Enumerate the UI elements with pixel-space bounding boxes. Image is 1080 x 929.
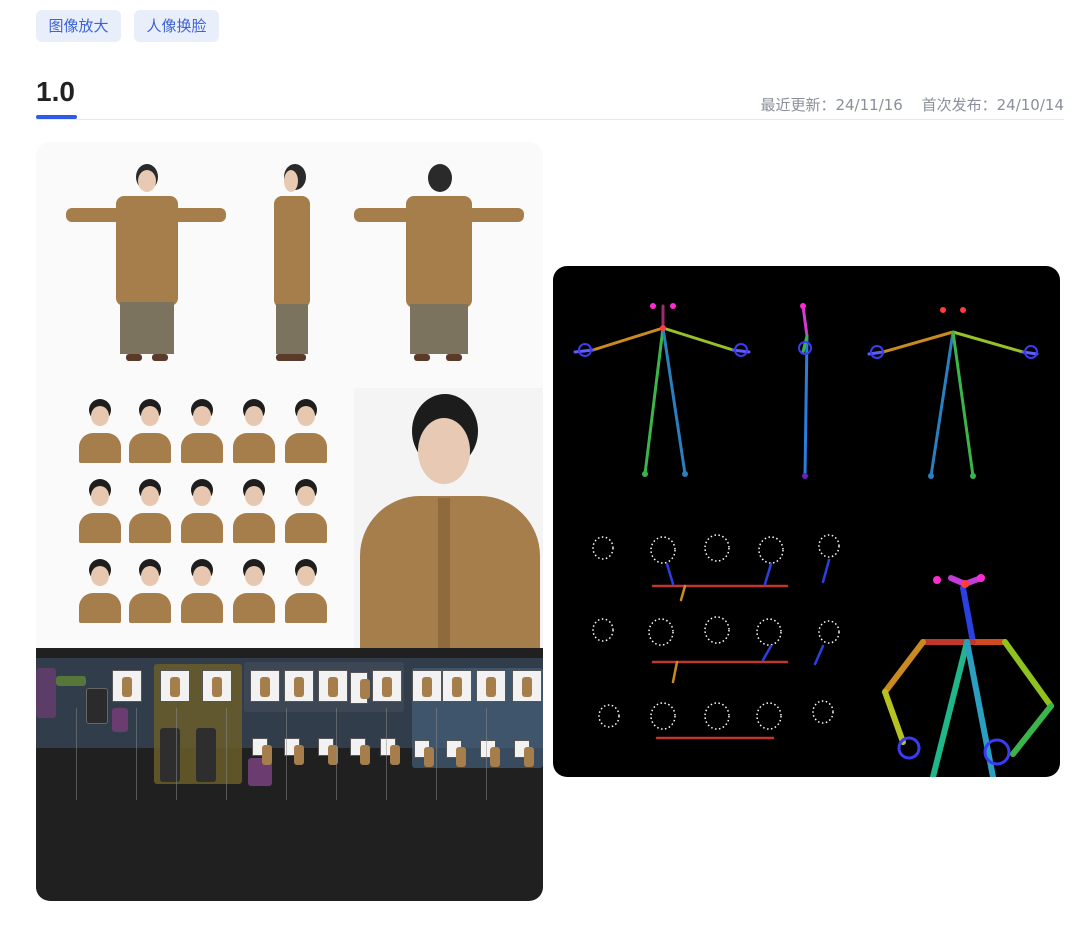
- figure-side: [264, 160, 324, 370]
- character-sheet-image[interactable]: [36, 142, 543, 901]
- portrait-closeup: [354, 388, 543, 648]
- figure-front: [66, 160, 226, 370]
- openpose-skeleton: [573, 303, 1054, 777]
- release-dates: 最近更新：24/11/16 首次发布：24/10/14: [746, 94, 1064, 115]
- figure-back: [354, 160, 524, 370]
- workflow-graph: [36, 648, 543, 901]
- pose-skeleton-image[interactable]: [553, 266, 1060, 777]
- version-tab[interactable]: 1.0: [36, 76, 75, 108]
- expression-grid: [76, 397, 336, 637]
- first-published-date: 首次发布：24/10/14: [921, 96, 1064, 114]
- header-divider: [36, 119, 1064, 120]
- last-updated-date: 最近更新：24/11/16: [760, 96, 903, 114]
- tag-image-upscale[interactable]: 图像放大: [36, 10, 121, 42]
- character-turnaround: [36, 142, 543, 648]
- tag-face-swap[interactable]: 人像换脸: [134, 10, 219, 42]
